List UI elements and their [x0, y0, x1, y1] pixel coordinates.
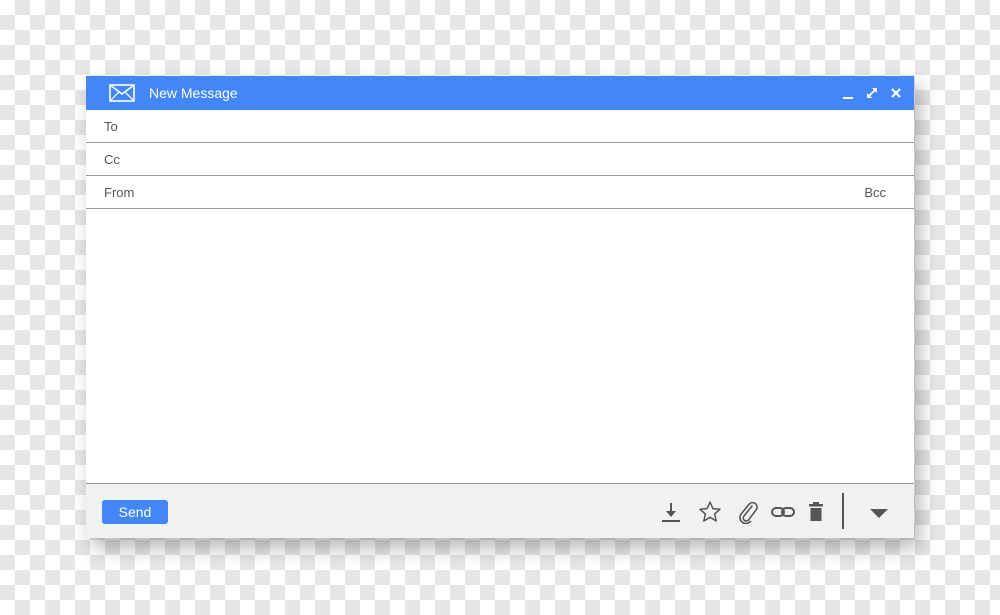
paperclip-icon[interactable]: [735, 499, 761, 525]
trash-icon[interactable]: [803, 499, 829, 525]
cc-label: Cc: [104, 152, 120, 167]
dropdown-arrow-icon[interactable]: [866, 500, 892, 526]
link-icon[interactable]: [770, 499, 796, 525]
to-label: To: [104, 119, 118, 134]
toolbar-divider: [842, 493, 844, 529]
star-icon[interactable]: [697, 499, 723, 525]
expand-icon[interactable]: [862, 82, 882, 104]
window-title: New Message: [149, 85, 238, 101]
title-bar: New Message: [86, 76, 914, 110]
from-row: From Bcc: [86, 176, 914, 209]
message-body[interactable]: [86, 212, 914, 483]
window-controls: [838, 82, 906, 104]
from-field[interactable]: [146, 180, 844, 206]
close-icon[interactable]: [886, 82, 906, 104]
bcc-link[interactable]: Bcc: [864, 185, 886, 200]
compose-toolbar: Send: [86, 483, 914, 538]
send-button[interactable]: Send: [102, 500, 168, 524]
download-icon[interactable]: [658, 499, 684, 525]
minimize-icon[interactable]: [838, 82, 858, 104]
compose-window: New Message To Cc From Bcc Send: [86, 76, 914, 538]
cc-field[interactable]: [146, 147, 844, 173]
from-label: From: [104, 185, 135, 200]
cc-row: Cc: [86, 143, 914, 176]
to-field[interactable]: [146, 114, 844, 140]
mail-icon: [109, 84, 135, 102]
to-row: To: [86, 110, 914, 143]
